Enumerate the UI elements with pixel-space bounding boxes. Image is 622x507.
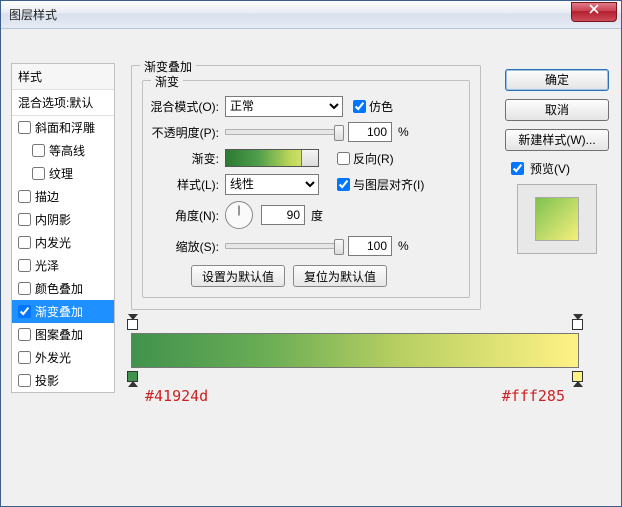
angle-unit: 度 xyxy=(311,207,323,224)
style-checkbox[interactable] xyxy=(18,259,31,272)
style-item-label: 光泽 xyxy=(35,257,59,274)
left-hex-label: #41924d xyxy=(145,387,208,405)
reverse-input[interactable] xyxy=(337,152,350,165)
scale-slider[interactable] xyxy=(225,243,340,249)
color-stop-left[interactable] xyxy=(127,371,138,382)
style-item-label: 内阴影 xyxy=(35,211,71,228)
preview-input[interactable] xyxy=(511,162,524,175)
style-item[interactable]: 内阴影 xyxy=(12,208,114,231)
gradient-label: 渐变: xyxy=(145,150,225,167)
angle-dial[interactable] xyxy=(225,201,253,229)
subgroup-legend: 渐变 xyxy=(151,73,183,90)
opacity-input[interactable] xyxy=(348,122,392,142)
reverse-checkbox[interactable]: 反向(R) xyxy=(337,150,394,167)
style-item[interactable]: 图案叠加 xyxy=(12,323,114,346)
align-checkbox[interactable]: 与图层对齐(I) xyxy=(337,176,424,193)
preview-checkbox[interactable]: 预览(V) xyxy=(507,159,609,178)
style-item[interactable]: 光泽 xyxy=(12,254,114,277)
style-item[interactable]: 斜面和浮雕 xyxy=(12,116,114,139)
scale-unit: % xyxy=(398,239,409,253)
style-checkbox[interactable] xyxy=(32,144,45,157)
opacity-stop-right[interactable] xyxy=(572,319,583,330)
style-item-label: 图案叠加 xyxy=(35,326,83,343)
style-checkbox[interactable] xyxy=(18,282,31,295)
chevron-down-icon xyxy=(306,155,314,160)
align-input[interactable] xyxy=(337,178,350,191)
style-item-label: 内发光 xyxy=(35,234,71,251)
gradient-sub-group: 渐变 混合模式(O): 正常 仿色 不透明度(P): % 渐变: xyxy=(142,80,470,298)
blend-mode-label: 混合模式(O): xyxy=(145,98,225,115)
opacity-label: 不透明度(P): xyxy=(145,124,225,141)
color-stop-right[interactable] xyxy=(572,371,583,382)
gradient-bar[interactable] xyxy=(131,333,579,368)
style-item[interactable]: 等高线 xyxy=(12,139,114,162)
style-item-label: 颜色叠加 xyxy=(35,280,83,297)
preview-box xyxy=(517,184,597,254)
close-button[interactable] xyxy=(571,2,617,22)
styles-header: 样式 xyxy=(12,64,114,90)
style-checkbox[interactable] xyxy=(18,213,31,226)
style-label: 样式(L): xyxy=(145,176,225,193)
style-item-label: 投影 xyxy=(35,372,59,389)
angle-input[interactable] xyxy=(261,205,305,225)
styles-list-panel: 样式 混合选项:默认 斜面和浮雕等高线纹理描边内阴影内发光光泽颜色叠加渐变叠加图… xyxy=(11,63,115,393)
window-title: 图层样式 xyxy=(9,6,57,23)
dialog-body: 样式 混合选项:默认 斜面和浮雕等高线纹理描边内阴影内发光光泽颜色叠加渐变叠加图… xyxy=(1,29,621,506)
opacity-stop-left[interactable] xyxy=(127,319,138,330)
ok-button[interactable]: 确定 xyxy=(505,69,609,91)
style-checkbox[interactable] xyxy=(18,351,31,364)
style-item[interactable]: 纹理 xyxy=(12,162,114,185)
dither-input[interactable] xyxy=(353,100,366,113)
opacity-unit: % xyxy=(398,125,409,139)
style-item[interactable]: 渐变叠加 xyxy=(12,300,114,323)
style-item-label: 纹理 xyxy=(49,165,73,182)
angle-label: 角度(N): xyxy=(145,207,225,224)
cancel-button[interactable]: 取消 xyxy=(505,99,609,121)
style-item[interactable]: 投影 xyxy=(12,369,114,392)
style-checkbox[interactable] xyxy=(18,305,31,318)
style-item-label: 渐变叠加 xyxy=(35,303,83,320)
gradient-overlay-group: 渐变叠加 渐变 混合模式(O): 正常 仿色 不透明度(P): % xyxy=(131,65,481,310)
style-item-label: 斜面和浮雕 xyxy=(35,119,95,136)
blend-options-row[interactable]: 混合选项:默认 xyxy=(12,90,114,116)
reset-default-button[interactable]: 复位为默认值 xyxy=(293,265,387,287)
scale-input[interactable] xyxy=(348,236,392,256)
style-checkbox[interactable] xyxy=(18,374,31,387)
style-checkbox[interactable] xyxy=(32,167,45,180)
style-checkbox[interactable] xyxy=(18,190,31,203)
style-item-label: 外发光 xyxy=(35,349,71,366)
scale-label: 缩放(S): xyxy=(145,238,225,255)
dither-checkbox[interactable]: 仿色 xyxy=(353,98,393,115)
style-select[interactable]: 线性 xyxy=(225,174,319,195)
right-hex-label: #fff285 xyxy=(502,387,565,405)
gradient-editor: #41924d #fff285 xyxy=(131,333,579,368)
style-item[interactable]: 描边 xyxy=(12,185,114,208)
layer-style-dialog: 图层样式 样式 混合选项:默认 斜面和浮雕等高线纹理描边内阴影内发光光泽颜色叠加… xyxy=(0,0,622,507)
close-icon xyxy=(589,4,599,14)
blend-mode-select[interactable]: 正常 xyxy=(225,96,343,117)
style-item[interactable]: 内发光 xyxy=(12,231,114,254)
gradient-picker[interactable] xyxy=(225,149,319,167)
style-checkbox[interactable] xyxy=(18,236,31,249)
right-button-column: 确定 取消 新建样式(W)... 预览(V) xyxy=(505,69,609,254)
style-item-label: 等高线 xyxy=(49,142,85,159)
preview-swatch xyxy=(535,197,579,241)
style-item-label: 描边 xyxy=(35,188,59,205)
style-item[interactable]: 颜色叠加 xyxy=(12,277,114,300)
opacity-slider[interactable] xyxy=(225,129,340,135)
make-default-button[interactable]: 设置为默认值 xyxy=(191,265,285,287)
style-item[interactable]: 外发光 xyxy=(12,346,114,369)
style-checkbox[interactable] xyxy=(18,121,31,134)
style-checkbox[interactable] xyxy=(18,328,31,341)
titlebar[interactable]: 图层样式 xyxy=(1,1,621,29)
new-style-button[interactable]: 新建样式(W)... xyxy=(505,129,609,151)
